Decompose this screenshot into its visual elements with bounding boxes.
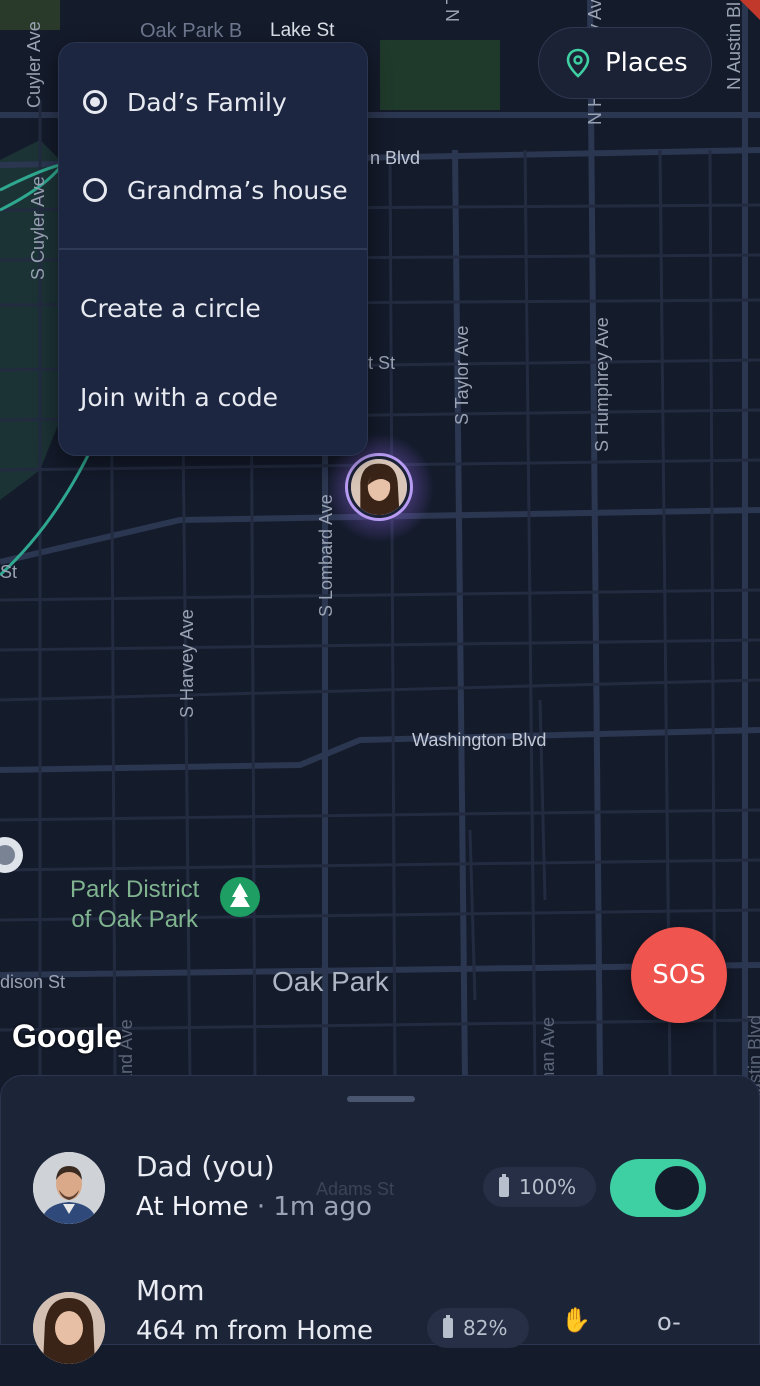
join-with-code-item[interactable]: Join with a code [59, 353, 367, 441]
battery-badge: 100% [483, 1167, 596, 1207]
map-label-s-humphrey: S Humphrey Ave [592, 317, 612, 452]
map-label-st-partial: t St [368, 353, 396, 373]
avatar [33, 1152, 105, 1224]
map-label-blvd: n Blvd [370, 148, 421, 168]
map-label-n-austin: N Austin Bl [724, 1, 744, 90]
member-status: 464 m from Home [136, 1316, 374, 1346]
circle-option-grandmas-house[interactable]: Grandma’s house [59, 146, 367, 234]
radio-selected-icon [83, 90, 107, 114]
map-label-n-taylor: N T [443, 0, 463, 22]
places-label: Places [605, 48, 688, 78]
circle-option-dads-family[interactable]: Dad’s Family [59, 58, 367, 146]
map-label-lake-st: Lake St [270, 20, 335, 41]
avatar [33, 1292, 105, 1364]
places-button[interactable]: Places [538, 27, 712, 99]
battery-badge: 82% [427, 1308, 529, 1348]
radio-unselected-icon [83, 178, 107, 202]
sheet-drag-handle[interactable] [347, 1096, 415, 1102]
battery-label: 82% [463, 1316, 508, 1340]
map-label-s-cuyler: S Cuyler Ave [28, 176, 48, 280]
battery-label: 100% [519, 1175, 577, 1199]
map-label-oak-park: Oak Park [272, 966, 389, 997]
member-name: Mom [136, 1274, 205, 1307]
map-label-cuyler-top: Cuyler Ave [24, 21, 44, 108]
member-row-mom[interactable]: Mom 464 m from Home 82% ✋ o- [1, 1274, 760, 1386]
map-label-oak-park-blvd: Oak Park B [140, 20, 243, 42]
map-label-s-harvey: S Harvey Ave [177, 609, 197, 718]
map-label-s-taylor: S Taylor Ave [452, 325, 472, 425]
create-circle-item[interactable]: Create a circle [59, 264, 367, 352]
key-icon[interactable]: o- [657, 1308, 681, 1336]
location-sharing-toggle[interactable] [610, 1159, 706, 1217]
toggle-knob [655, 1166, 699, 1210]
battery-icon [443, 1315, 453, 1338]
menu-divider [59, 248, 367, 250]
google-logo: Google [12, 1018, 123, 1054]
member-name: Dad (you) [136, 1150, 275, 1183]
map-label-park-district: Park District of Oak Park [70, 876, 200, 933]
member-status: At Home · 1m ago [136, 1192, 372, 1222]
circle-switcher-menu: Dad’s Family Grandma’s house Create a ci… [58, 42, 368, 456]
map-label-madison: dison St [0, 972, 66, 992]
sos-button[interactable]: SOS [631, 927, 727, 1023]
mom-photo [351, 459, 407, 515]
map-label-washington: Washington Blvd [412, 730, 547, 750]
member-place: At Home [136, 1192, 249, 1222]
map-label-st-left: St [0, 562, 18, 582]
member-time: · 1m ago [248, 1192, 372, 1222]
map-pin-icon [566, 48, 590, 78]
circle-option-label: Grandma’s house [127, 175, 348, 205]
circle-option-label: Dad’s Family [127, 87, 287, 117]
battery-icon [499, 1174, 509, 1197]
